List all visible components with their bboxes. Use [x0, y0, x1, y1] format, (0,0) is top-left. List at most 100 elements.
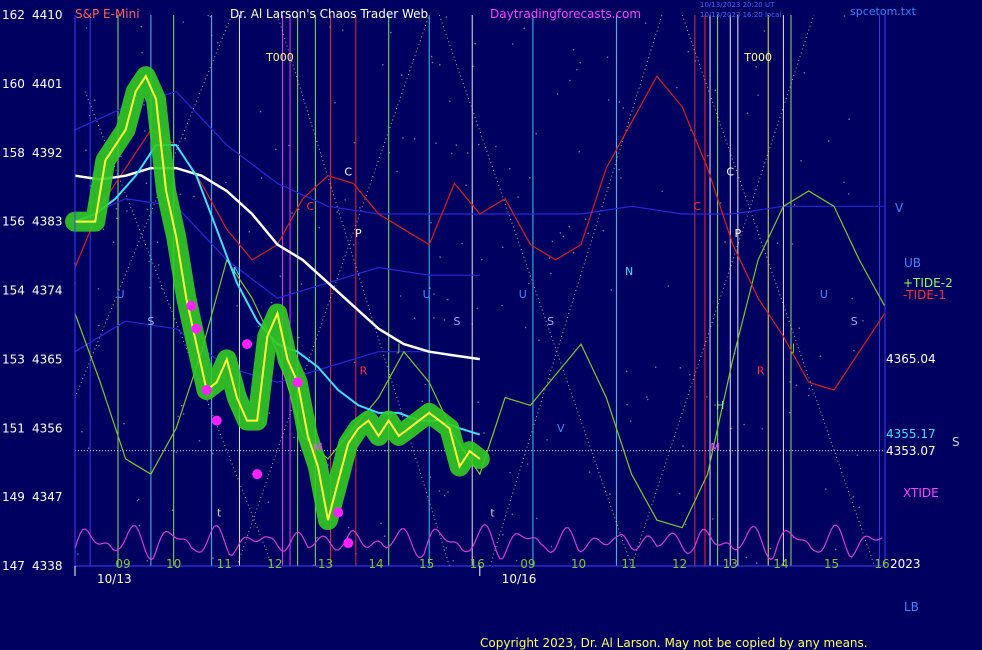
- grid-dot: [433, 293, 435, 295]
- timestamp-ut: 10/13/2023 20:20 UT: [700, 1, 775, 9]
- grid-dot: [793, 204, 796, 206]
- symbol-label: S&P E-Mini: [75, 7, 140, 21]
- grid-dot: [175, 451, 178, 453]
- grid-dot: [572, 48, 575, 51]
- grid-dot: [81, 430, 83, 433]
- grid-dot: [353, 361, 356, 364]
- grid-dot: [447, 491, 449, 493]
- grid-dot: [288, 144, 290, 147]
- grid-dot: [646, 396, 648, 398]
- grid-dot: [803, 72, 805, 74]
- grid-dot: [549, 378, 551, 381]
- grid-dot: [259, 110, 262, 113]
- grid-dot: [141, 51, 143, 54]
- grid-dot: [587, 232, 589, 235]
- grid-dot: [568, 225, 570, 228]
- grid-dot: [383, 535, 386, 537]
- grid-dot: [291, 212, 293, 214]
- grid-dot: [431, 61, 434, 64]
- grid-dot: [413, 138, 416, 140]
- price-end-label: 4365.04: [886, 352, 936, 366]
- grid-dot: [342, 29, 344, 32]
- event-marker: P: [735, 227, 742, 240]
- event-marker: C: [694, 200, 702, 213]
- grid-dot: [212, 557, 214, 559]
- event-marker: S: [454, 315, 461, 328]
- grid-dot: [808, 387, 810, 390]
- grid-dot: [711, 518, 714, 520]
- x-tick-hour: 13: [723, 557, 738, 571]
- event-marker: C: [344, 166, 352, 179]
- grid-dot: [77, 553, 79, 555]
- y-tick-right: 4374: [32, 284, 63, 298]
- grid-dot: [430, 222, 432, 224]
- event-marker: C: [726, 166, 734, 179]
- grid-dot: [546, 439, 548, 441]
- grid-dot: [126, 210, 128, 212]
- grid-dot: [676, 86, 678, 89]
- event-marker: J: [396, 342, 400, 355]
- event-marker: R: [757, 365, 765, 378]
- grid-dot: [511, 43, 514, 45]
- grid-dot: [461, 242, 464, 245]
- grid-dot: [626, 403, 628, 406]
- grid-dot: [511, 513, 514, 515]
- y-tick-right: 4383: [32, 215, 63, 229]
- y-tick-left: 147: [2, 559, 25, 573]
- grid-dot: [548, 257, 551, 259]
- grid-dot: [465, 184, 467, 186]
- x-tick-hour: 10: [571, 557, 586, 571]
- grid-dot: [629, 420, 632, 423]
- x-tick-hour: 11: [217, 557, 232, 571]
- grid-dot: [524, 326, 527, 329]
- grid-dot: [800, 159, 802, 162]
- grid-dot: [137, 498, 140, 501]
- grid-dot: [275, 148, 277, 151]
- grid-dot: [399, 295, 402, 297]
- grid-dot: [602, 229, 605, 232]
- grid-dot: [293, 436, 295, 439]
- grid-dot: [87, 447, 90, 450]
- grid-dot: [402, 137, 404, 139]
- event-marker: S: [547, 315, 554, 328]
- grid-dot: [260, 177, 263, 179]
- grid-dot: [344, 199, 347, 201]
- x-tick-hour: 13: [318, 557, 333, 571]
- event-marker: M: [313, 441, 323, 454]
- sp-emini-chart: T000 T000 C C C C P P N N U U U U S S S S J J R R H M Mt t V 162 44…: [0, 0, 982, 650]
- grid-dot: [248, 231, 251, 233]
- grid-dot: [569, 79, 571, 82]
- event-marker: P: [355, 227, 362, 240]
- event-marker: U: [820, 288, 828, 301]
- grid-dot: [509, 471, 511, 474]
- grid-dot: [688, 373, 691, 376]
- grid-dot: [776, 242, 779, 244]
- grid-dot: [384, 449, 387, 452]
- y-tick-right: 4338: [32, 559, 63, 573]
- y-tick-right: 4365: [32, 352, 63, 366]
- x-date-label: 10/16: [502, 572, 537, 586]
- grid-dot: [843, 181, 845, 184]
- grid-dot: [576, 69, 578, 71]
- x-tick-hour: 10: [166, 557, 181, 571]
- grid-dot: [714, 89, 717, 92]
- grid-dot: [433, 317, 435, 319]
- grid-dot: [856, 454, 859, 456]
- event-marker: t: [217, 506, 222, 519]
- event-marker: J: [791, 342, 795, 355]
- grid-dot: [684, 523, 687, 526]
- grid-dot: [538, 339, 540, 342]
- grid-dot: [757, 94, 759, 96]
- x-tick-hour: 11: [621, 557, 636, 571]
- grid-dot: [138, 524, 141, 527]
- grid-dot: [421, 400, 424, 403]
- grid-dot: [834, 548, 837, 551]
- grid-dot: [761, 428, 763, 430]
- grid-dot: [353, 244, 355, 246]
- event-marker: U: [423, 288, 431, 301]
- grid-dot: [443, 494, 446, 497]
- grid-dot: [620, 177, 622, 179]
- y-tick-left: 156: [2, 215, 25, 229]
- grid-dot: [98, 345, 100, 347]
- y-tick-right: 4410: [32, 8, 63, 22]
